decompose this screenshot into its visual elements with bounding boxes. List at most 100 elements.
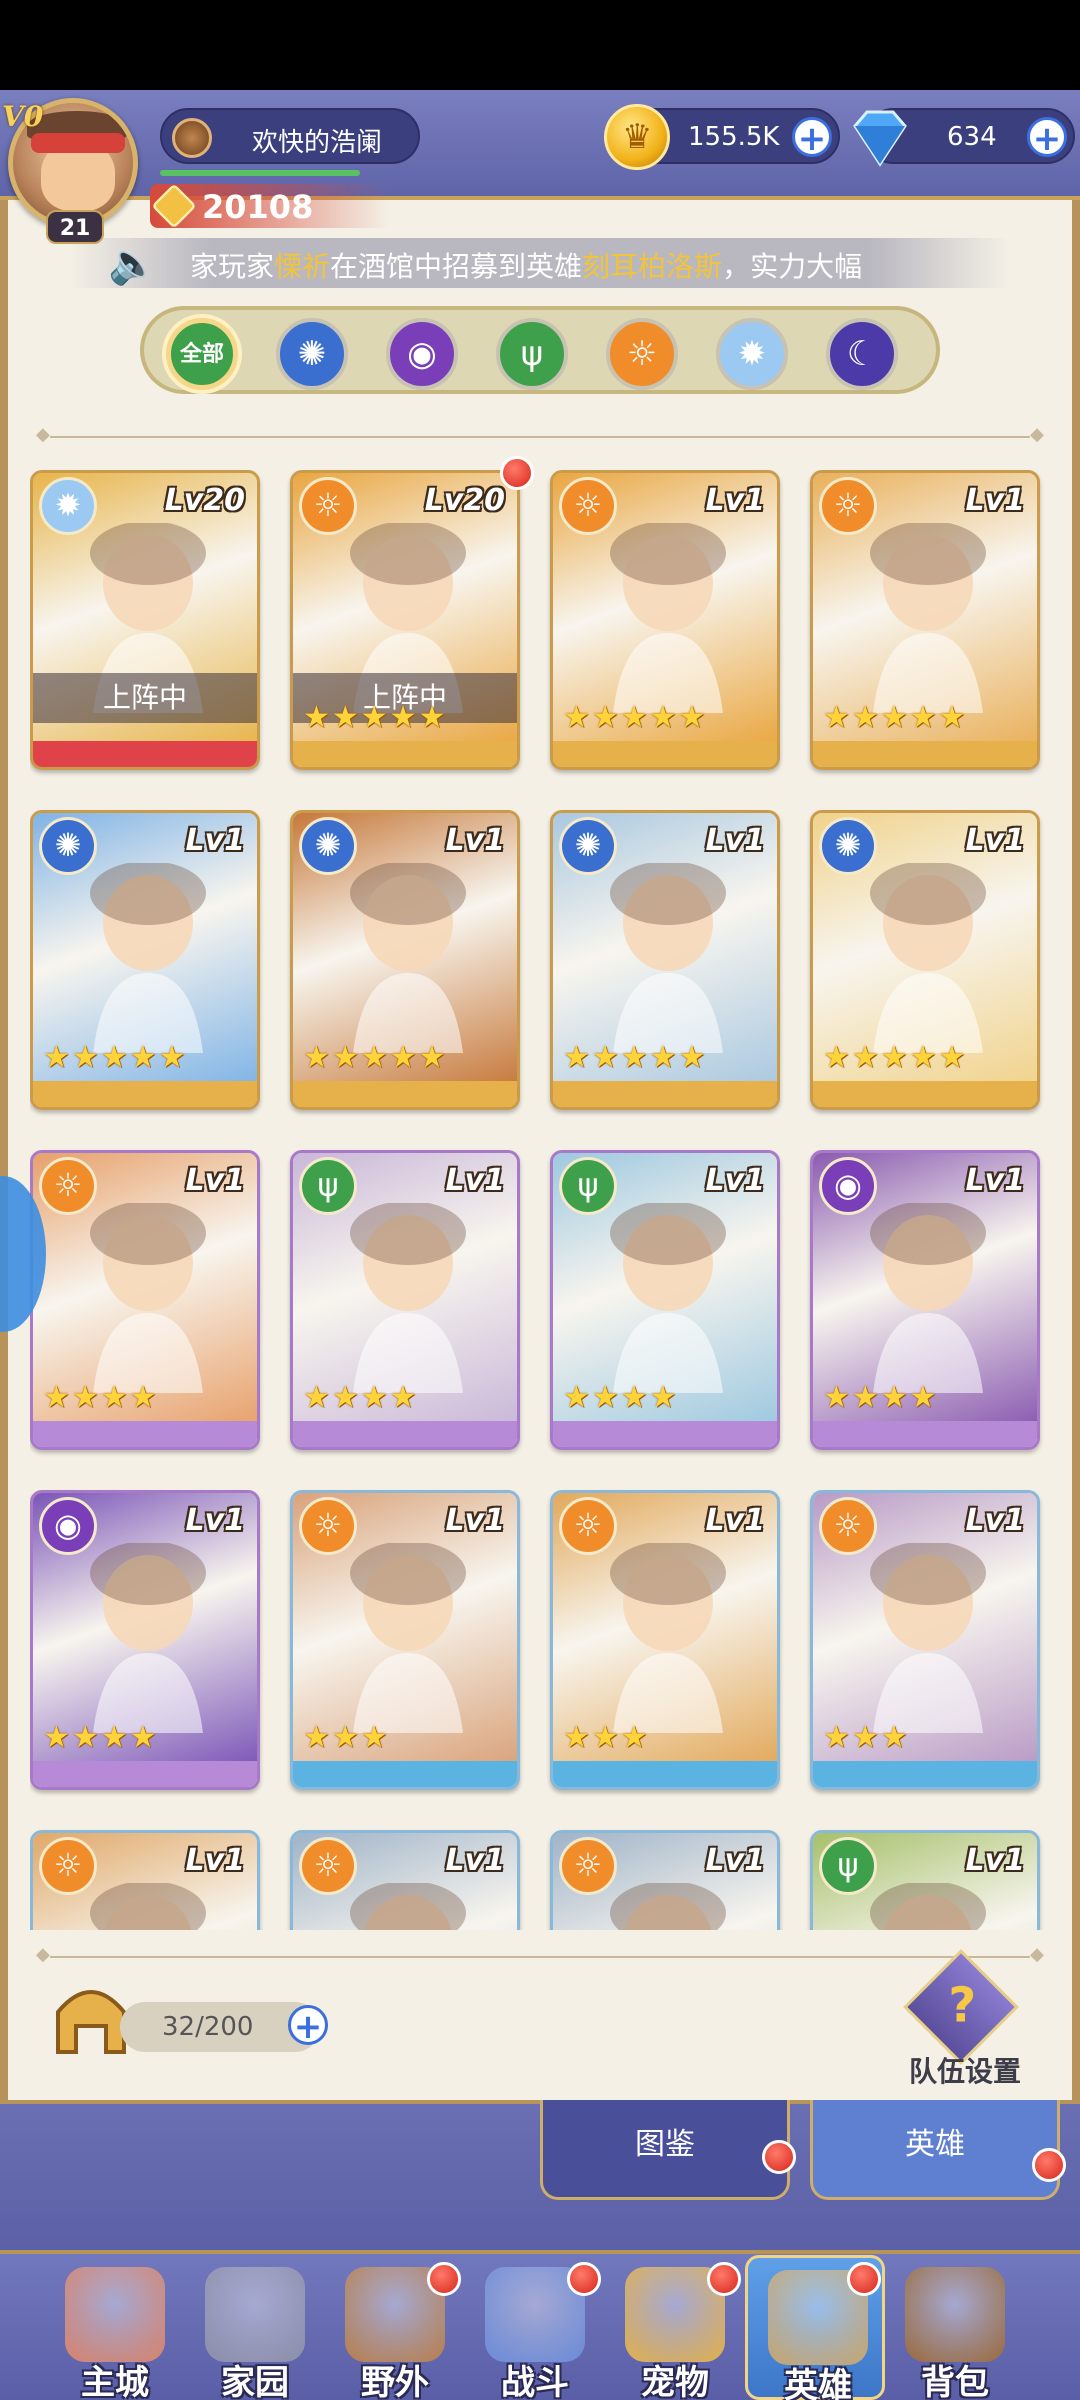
- antler-faction-icon: ψ: [520, 334, 544, 374]
- nav-label: 英雄: [784, 2366, 852, 2400]
- hero-card[interactable]: ✹ Lv20 上阵中: [30, 470, 260, 770]
- hero-card[interactable]: ☼ Lv1: [290, 1830, 520, 1930]
- fire-faction-icon: ☼: [39, 1837, 97, 1895]
- hero-figure: [593, 1201, 743, 1393]
- filter-fire-button[interactable]: ☼: [606, 318, 678, 390]
- rarity-bar: [813, 741, 1037, 767]
- hero-level: Lv1: [185, 1843, 245, 1878]
- hero-card[interactable]: ☼ Lv1 ★★★★★: [550, 470, 780, 770]
- rarity-bar: [813, 1421, 1037, 1447]
- filter-dark-button[interactable]: ◉: [386, 318, 458, 390]
- nature-faction-icon: ψ: [299, 1157, 357, 1215]
- nav-main-city[interactable]: 主城: [45, 2255, 185, 2400]
- team-settings-label: 队伍设置: [908, 2055, 1021, 2088]
- announcement-text: 家玩家慄祈在酒馆中招募到英雄刻耳柏洛斯，实力大幅: [190, 245, 930, 285]
- nav-label: 背包: [921, 2363, 989, 2400]
- hero-stars: ★★★★★: [303, 1040, 448, 1075]
- rarity-bar: [293, 1761, 517, 1787]
- filter-water-button[interactable]: ✺: [276, 318, 348, 390]
- expand-capacity-button[interactable]: +: [288, 2005, 328, 2046]
- hero-card[interactable]: ◉ Lv1 ★★★★: [810, 1150, 1040, 1450]
- player-name-pill[interactable]: 欢快的浩阑: [160, 108, 420, 164]
- fire-faction-icon: ☼: [819, 477, 877, 535]
- rarity-bar: [33, 1761, 257, 1787]
- announcement-suffix: ，实力大幅: [722, 250, 863, 283]
- hero-figure: [853, 1881, 1003, 1930]
- add-gems-button[interactable]: +: [1027, 117, 1067, 158]
- eye-faction-icon: ◉: [407, 334, 437, 374]
- backpack-icon: [905, 2267, 1005, 2362]
- hero-card[interactable]: ψ Lv1 ★★★★: [550, 1150, 780, 1450]
- rarity-bar: [813, 1761, 1037, 1787]
- hero-card[interactable]: ☼ Lv1 ★★★: [550, 1490, 780, 1790]
- title-icon: [172, 118, 212, 158]
- hero-stars: ★★★★: [43, 1720, 159, 1755]
- hero-card[interactable]: ☼ Lv1 ★★★: [810, 1490, 1040, 1790]
- player-level-badge: 21: [46, 210, 104, 244]
- tab-codex[interactable]: 图鉴: [540, 2100, 790, 2200]
- rarity-bar: [293, 1421, 517, 1447]
- filter-moon-button[interactable]: ☾: [826, 318, 898, 390]
- gold-value: 155.5K: [688, 122, 780, 152]
- hero-level: Lv20: [164, 483, 245, 518]
- fire-faction-icon: ☼: [559, 1837, 617, 1895]
- hero-stars: ★★★★★: [563, 700, 708, 735]
- hero-card[interactable]: ☼ Lv20 上阵中 ★★★★★: [290, 470, 520, 770]
- announcement-hero: 刻耳柏洛斯: [582, 250, 723, 283]
- hero-card[interactable]: ☼ Lv1 ★★★★★: [810, 470, 1040, 770]
- nav-backpack[interactable]: 背包: [885, 2255, 1025, 2400]
- faction-filter-bar: 全部 ✺ ◉ ψ ☼ ✹ ☾: [140, 306, 940, 394]
- water-faction-icon: ✺: [297, 334, 327, 374]
- hero-level: Lv1: [705, 1503, 765, 1538]
- hero-level: Lv1: [965, 1503, 1025, 1538]
- hero-card[interactable]: ☼ Lv1 ★★★★: [30, 1150, 260, 1450]
- diamond-icon: [853, 110, 907, 167]
- hero-card[interactable]: ✺ Lv1 ★★★★★: [550, 810, 780, 1110]
- nav-label: 家园: [221, 2363, 289, 2400]
- hero-card[interactable]: ✺ Lv1 ★★★★★: [30, 810, 260, 1110]
- gold-currency: 155.5K +: [604, 104, 840, 170]
- rarity-bar: [553, 1761, 777, 1787]
- hero-card[interactable]: ψ Lv1: [810, 1830, 1040, 1930]
- avatar-headband: [31, 133, 125, 153]
- light-faction-icon: ✹: [39, 477, 97, 535]
- divider-bottom: [36, 1944, 1044, 1965]
- nav-homestead[interactable]: 家园: [185, 2255, 325, 2400]
- hero-figure: [853, 1541, 1003, 1733]
- filter-all-button[interactable]: 全部: [166, 318, 238, 390]
- hero-level: Lv1: [445, 1843, 505, 1878]
- hero-figure: [853, 861, 1003, 1053]
- tab-heroes[interactable]: 英雄: [810, 2100, 1060, 2200]
- filter-light-button[interactable]: ✹: [716, 318, 788, 390]
- hero-figure: [593, 521, 743, 713]
- hero-card[interactable]: ☼ Lv1: [30, 1830, 260, 1930]
- hero-level: Lv1: [445, 823, 505, 858]
- rarity-bar: [293, 741, 517, 767]
- hero-figure: [73, 1201, 223, 1393]
- codex-notification-dot: [762, 2140, 796, 2174]
- hero-card[interactable]: ☼ Lv1: [550, 1830, 780, 1930]
- add-gold-button[interactable]: +: [792, 117, 832, 158]
- hero-level: Lv1: [965, 483, 1025, 518]
- question-icon: [903, 1949, 1019, 2065]
- hero-card[interactable]: ✺ Lv1 ★★★★★: [810, 810, 1040, 1110]
- hero-level: Lv1: [965, 823, 1025, 858]
- hero-level: Lv1: [705, 483, 765, 518]
- hero-figure: [73, 861, 223, 1053]
- hero-figure: [73, 1881, 223, 1930]
- hero-card[interactable]: ✺ Lv1 ★★★★★: [290, 810, 520, 1110]
- hero-card[interactable]: ψ Lv1 ★★★★: [290, 1150, 520, 1450]
- water-faction-icon: ✺: [819, 817, 877, 875]
- nav-notification-dot: [847, 2262, 881, 2296]
- hero-level: Lv1: [705, 1163, 765, 1198]
- hero-figure: [73, 1541, 223, 1733]
- hero-card[interactable]: ☼ Lv1 ★★★: [290, 1490, 520, 1790]
- hero-level: Lv1: [185, 1503, 245, 1538]
- rarity-bar: [553, 1421, 777, 1447]
- filter-nature-button[interactable]: ψ: [496, 318, 568, 390]
- hero-grid: ✹ Lv20 上阵中 ☼ Lv20 上阵中 ★★★★★ ☼ Lv1 ★★★★★ ☼ Lv1 ★★★★★ ✺…: [30, 470, 1050, 1930]
- hero-stars: ★★★★★: [823, 700, 968, 735]
- nav-notification-dot: [707, 2262, 741, 2296]
- team-settings-button[interactable]: 队伍设置: [900, 1949, 1030, 2088]
- hero-card[interactable]: ◉ Lv1 ★★★★: [30, 1490, 260, 1790]
